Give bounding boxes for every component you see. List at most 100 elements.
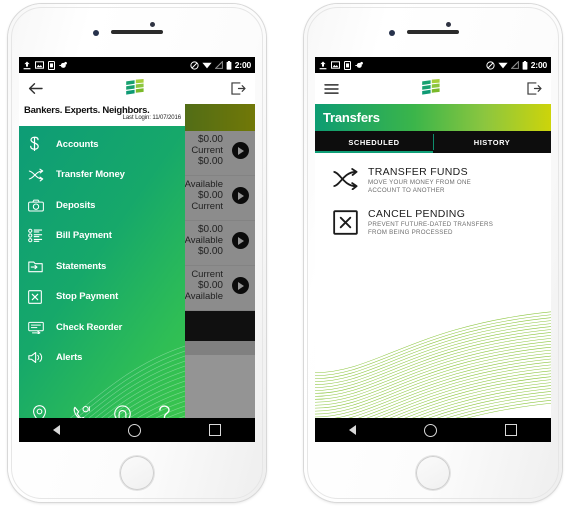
sidebar-item-check-reorder[interactable]: Check Reorder [19, 312, 185, 343]
sd-card-icon [48, 60, 55, 70]
transfers-content: TRANSFER FUNDS MOVE YOUR MONEY FROM ONE … [315, 153, 551, 418]
bank-logo [422, 79, 440, 95]
back-nav-icon[interactable] [53, 425, 61, 435]
tab-label: HISTORY [473, 137, 511, 147]
sidebar-item-label: Stop Payment [56, 291, 119, 303]
app-bar-left [19, 73, 255, 104]
transfer-arrows-icon [328, 166, 362, 190]
home-nav-icon[interactable] [424, 423, 438, 437]
folder-icon [28, 260, 50, 273]
battery-icon [522, 60, 528, 70]
list-item-text: CANCEL PENDING PREVENT FUTURE-DATED TRAN… [362, 208, 493, 237]
front-camera [446, 22, 451, 27]
sidebar-item-label: Alerts [56, 352, 83, 364]
list-item-subtitle-line2: ACCOUNT TO ANOTHER [368, 187, 445, 195]
status-bar-left-icons [319, 60, 364, 70]
wifi-icon [498, 62, 508, 69]
android-nav-bar-right [315, 418, 551, 442]
upload-icon [319, 61, 327, 69]
checklist-icon [28, 228, 50, 243]
bug-icon [355, 61, 363, 68]
navigation-drawer: Bankers. Experts. Neighbors. Last Login:… [19, 104, 185, 442]
x-square-icon [328, 208, 362, 235]
screen-left: 2:00 $0.00 Current $0.00 Available $0.00… [19, 57, 255, 442]
earpiece-speaker [111, 30, 163, 34]
list-item-transfer-funds[interactable]: TRANSFER FUNDS MOVE YOUR MONEY FROM ONE … [315, 153, 551, 195]
camera-icon [28, 199, 50, 212]
screen-right: 2:00 Transfers SCHEDULED HISTORY TRANSFE… [315, 57, 551, 442]
recents-nav-icon[interactable] [209, 424, 221, 436]
do-not-disturb-icon [486, 60, 495, 70]
sidebar-item-alerts[interactable]: Alerts [19, 343, 185, 374]
sidebar-item-stop-payment[interactable]: Stop Payment [19, 282, 185, 313]
bank-logo [126, 79, 144, 95]
status-bar-left-icons [23, 60, 68, 70]
drawer-menu-list: Accounts Transfer Money Deposits Bill Pa… [19, 126, 185, 396]
sidebar-item-transfer-money[interactable]: Transfer Money [19, 160, 185, 191]
home-button[interactable] [416, 456, 450, 490]
sd-card-icon [344, 60, 351, 70]
recents-nav-icon[interactable] [505, 424, 517, 436]
front-camera [150, 22, 155, 27]
page-title-bar: Transfers [315, 104, 551, 131]
image-icon [331, 61, 340, 69]
list-item-title: TRANSFER FUNDS [368, 166, 468, 178]
home-button[interactable] [120, 456, 154, 490]
wave-pattern-decoration [315, 311, 551, 418]
tab-bar: SCHEDULED HISTORY [315, 131, 551, 153]
logout-icon[interactable] [231, 82, 246, 95]
sidebar-item-label: Statements [56, 260, 107, 272]
home-nav-icon[interactable] [128, 423, 142, 437]
sidebar-item-deposits[interactable]: Deposits [19, 190, 185, 221]
proximity-sensor [93, 30, 99, 36]
screenshot-stage: 2:00 $0.00 Current $0.00 Available $0.00… [0, 0, 565, 506]
phone-device-left: 2:00 $0.00 Current $0.00 Available $0.00… [8, 4, 266, 502]
dollar-icon [28, 136, 50, 152]
signal-icon [510, 61, 519, 69]
sidebar-item-label: Check Reorder [56, 321, 123, 333]
list-item-title: CANCEL PENDING [368, 207, 466, 220]
hamburger-menu-icon[interactable] [324, 83, 339, 95]
back-arrow-icon[interactable] [28, 82, 43, 95]
transfer-arrows-icon [28, 168, 50, 182]
status-bar-clock: 2:00 [530, 60, 547, 70]
status-bar-left: 2:00 [19, 57, 255, 73]
android-nav-bar-left [19, 418, 255, 442]
list-item-cancel-pending[interactable]: CANCEL PENDING PREVENT FUTURE-DATED TRAN… [315, 195, 551, 237]
wifi-icon [202, 62, 212, 69]
list-item-subtitle-line1: PREVENT FUTURE-DATED TRANSFERS [368, 220, 494, 228]
image-icon [35, 61, 44, 69]
back-nav-icon[interactable] [349, 425, 357, 435]
sidebar-item-label: Accounts [56, 138, 99, 150]
app-bar-right [315, 73, 551, 104]
list-item-text: TRANSFER FUNDS MOVE YOUR MONEY FROM ONE … [362, 166, 471, 195]
status-bar-right-icons: 2:00 [190, 60, 251, 70]
list-item-subtitle-line2: FROM BEING PROCESSED [368, 229, 453, 237]
status-bar-clock: 2:00 [234, 60, 251, 70]
status-bar-right: 2:00 [315, 57, 551, 73]
logout-icon[interactable] [527, 82, 542, 95]
phone-device-right: 2:00 Transfers SCHEDULED HISTORY TRANSFE… [304, 4, 562, 502]
signal-icon [214, 61, 223, 69]
drawer-header: Bankers. Experts. Neighbors. Last Login:… [19, 104, 185, 126]
speaker-icon [28, 351, 50, 364]
page-title: Transfers [323, 110, 380, 125]
sidebar-item-label: Deposits [56, 199, 96, 211]
upload-icon [23, 61, 31, 69]
tab-history[interactable]: HISTORY [433, 131, 551, 153]
battery-icon [226, 60, 232, 70]
sidebar-item-statements[interactable]: Statements [19, 251, 185, 282]
sidebar-item-bill-payment[interactable]: Bill Payment [19, 221, 185, 252]
last-login-text: Last Login: 11/07/2016 [122, 115, 182, 121]
proximity-sensor [389, 30, 395, 36]
x-square-icon [28, 289, 50, 304]
list-item-subtitle-line1: MOVE YOUR MONEY FROM ONE [368, 179, 472, 186]
bug-icon [59, 61, 67, 68]
tab-label: SCHEDULED [348, 137, 400, 147]
earpiece-speaker [407, 30, 459, 34]
status-bar-right-icons: 2:00 [486, 60, 547, 70]
sidebar-item-label: Bill Payment [56, 230, 112, 242]
do-not-disturb-icon [190, 60, 199, 70]
sidebar-item-accounts[interactable]: Accounts [19, 129, 185, 160]
sidebar-item-label: Transfer Money [56, 169, 125, 181]
